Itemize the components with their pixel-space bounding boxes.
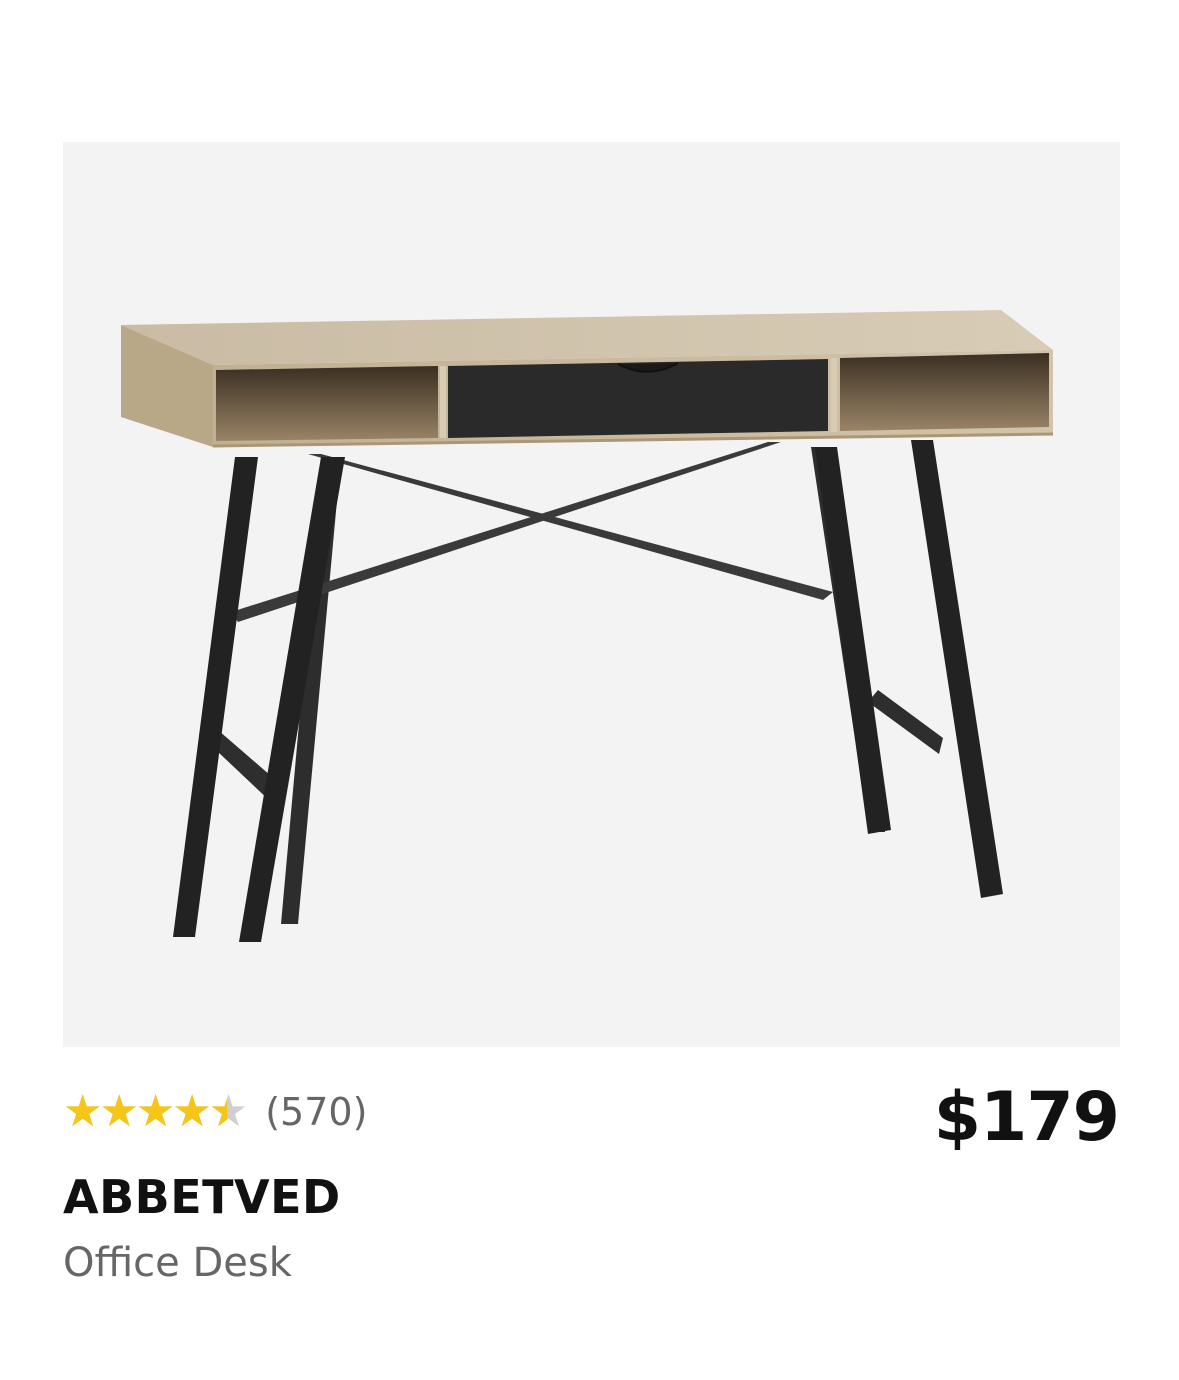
product-type: Office Desk xyxy=(63,1240,292,1286)
product-name[interactable]: ABBETVED xyxy=(63,1170,341,1224)
product-image[interactable] xyxy=(63,142,1120,1047)
desk-illustration xyxy=(121,310,1054,942)
star-icons-filled: ★★★★★ xyxy=(63,1090,227,1134)
star-rating: ★★★★★ ★★★★★ xyxy=(63,1090,248,1134)
product-card[interactable]: ★★★★★ ★★★★★ (570) $179 ABBETVED Office D… xyxy=(0,0,1179,1380)
product-price: $179 xyxy=(933,1078,1120,1157)
review-count[interactable]: (570) xyxy=(265,1090,367,1134)
rating-row[interactable]: ★★★★★ ★★★★★ (570) xyxy=(63,1088,367,1136)
